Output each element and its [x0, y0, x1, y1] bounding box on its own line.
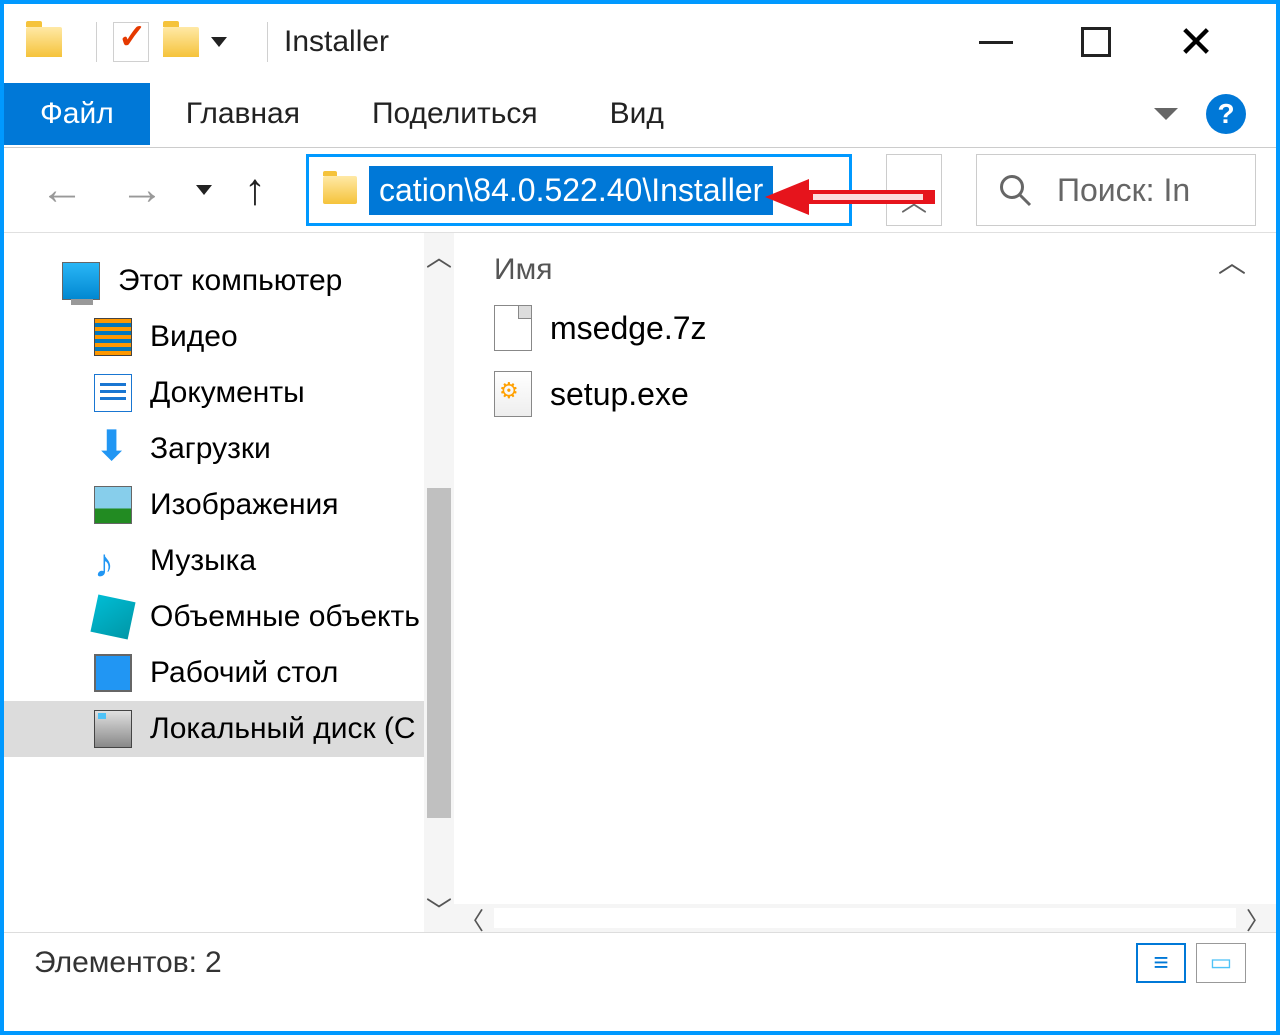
- status-count: 2: [205, 946, 222, 980]
- sidebar-item-label: Изображения: [150, 488, 339, 522]
- scrollbar-thumb[interactable]: [494, 908, 1236, 928]
- video-icon: [94, 318, 132, 356]
- folder-icon[interactable]: [26, 27, 62, 57]
- sidebar-item-label: Музыка: [150, 544, 256, 578]
- chevron-down-icon[interactable]: [1154, 108, 1178, 120]
- chevron-right-icon[interactable]: 〉: [1240, 901, 1276, 936]
- separator: [267, 22, 268, 62]
- chevron-down-icon[interactable]: [211, 37, 227, 47]
- minimize-button[interactable]: [976, 22, 1016, 62]
- chevron-up-icon[interactable]: ︿: [426, 233, 452, 278]
- history-dropdown-icon[interactable]: [196, 185, 212, 195]
- up-button[interactable]: ↑: [228, 165, 282, 215]
- view-details-button[interactable]: [1136, 943, 1186, 983]
- pictures-icon: [94, 486, 132, 524]
- sidebar-this-pc[interactable]: Этот компьютер: [4, 253, 454, 309]
- file-item[interactable]: msedge.7z: [494, 295, 1276, 361]
- folder-icon[interactable]: [163, 27, 199, 57]
- horizontal-scrollbar[interactable]: 〈 〉: [454, 904, 1276, 932]
- address-bar[interactable]: cation\84.0.522.40\Installer: [306, 154, 852, 226]
- sidebar-item-label: Объемные объекть: [150, 600, 420, 634]
- status-count-label: Элементов:: [34, 946, 197, 980]
- sidebar-item-label: Загрузки: [150, 432, 271, 466]
- status-bar: Элементов: 2: [4, 932, 1276, 992]
- sidebar-item-label: Видео: [150, 320, 238, 354]
- tab-home[interactable]: Главная: [150, 83, 336, 145]
- sidebar-item-videos[interactable]: Видео: [4, 309, 454, 365]
- search-placeholder: Поиск: In: [1057, 172, 1190, 209]
- forward-button[interactable]: →: [104, 165, 180, 215]
- separator: [96, 22, 97, 62]
- chevron-down-icon[interactable]: ﹀: [426, 887, 452, 932]
- sidebar-scrollbar[interactable]: ︿ ﹀: [424, 233, 454, 932]
- search-input[interactable]: Поиск: In: [976, 154, 1256, 226]
- help-icon[interactable]: ?: [1206, 94, 1246, 134]
- search-icon: [997, 172, 1033, 208]
- sidebar-item-label: Этот компьютер: [118, 264, 342, 298]
- back-button[interactable]: ←: [24, 165, 100, 215]
- computer-icon: [62, 262, 100, 300]
- sidebar-item-local-disk[interactable]: Локальный диск (C: [4, 701, 454, 757]
- close-button[interactable]: ✕: [1176, 22, 1216, 62]
- address-path[interactable]: cation\84.0.522.40\Installer: [369, 166, 773, 215]
- music-icon: ♪: [94, 542, 132, 580]
- sidebar-item-label: Рабочий стол: [150, 656, 338, 690]
- window-title: Installer: [284, 25, 976, 59]
- folder-icon: [323, 176, 357, 204]
- cube-icon: [90, 594, 135, 639]
- sidebar-item-documents[interactable]: Документы: [4, 365, 454, 421]
- column-header-row: Имя ︿: [454, 233, 1276, 295]
- chevron-up-icon: ︿: [901, 182, 927, 219]
- exe-file-icon: [494, 371, 532, 417]
- view-large-icons-button[interactable]: [1196, 943, 1246, 983]
- tab-file[interactable]: Файл: [4, 83, 150, 145]
- file-list: msedge.7z setup.exe: [454, 295, 1276, 427]
- download-icon: ⬇: [94, 430, 132, 468]
- file-name: msedge.7z: [550, 310, 707, 347]
- refresh-button[interactable]: ︿: [886, 154, 942, 226]
- scrollbar-thumb[interactable]: [427, 488, 451, 818]
- chevron-up-icon[interactable]: ︿: [1218, 241, 1246, 281]
- sidebar: Этот компьютер Видео Документы ⬇ Загрузк…: [4, 233, 454, 932]
- sidebar-item-pictures[interactable]: Изображения: [4, 477, 454, 533]
- sidebar-item-desktop[interactable]: Рабочий стол: [4, 645, 454, 701]
- tab-view[interactable]: Вид: [574, 83, 700, 145]
- tab-share[interactable]: Поделиться: [336, 83, 574, 145]
- file-item[interactable]: setup.exe: [494, 361, 1276, 427]
- navigation-bar: ← → ↑ cation\84.0.522.40\Installer ︿ Пои…: [4, 148, 1276, 232]
- sidebar-item-3d-objects[interactable]: Объемные объекть: [4, 589, 454, 645]
- disk-icon: [94, 710, 132, 748]
- ribbon: Файл Главная Поделиться Вид ?: [4, 80, 1276, 148]
- archive-file-icon: [494, 305, 532, 351]
- documents-icon: [94, 374, 132, 412]
- file-name: setup.exe: [550, 376, 689, 413]
- chevron-left-icon[interactable]: 〈: [454, 901, 490, 936]
- maximize-button[interactable]: [1076, 22, 1116, 62]
- properties-icon[interactable]: [113, 22, 149, 62]
- file-panel: Имя ︿ msedge.7z setup.exe 〈 〉: [454, 233, 1276, 932]
- sidebar-item-label: Документы: [150, 376, 305, 410]
- sidebar-item-music[interactable]: ♪ Музыка: [4, 533, 454, 589]
- column-name[interactable]: Имя: [494, 253, 552, 287]
- desktop-icon: [94, 654, 132, 692]
- titlebar: Installer ✕: [4, 4, 1276, 80]
- sidebar-item-label: Локальный диск (C: [150, 712, 416, 746]
- sidebar-item-downloads[interactable]: ⬇ Загрузки: [4, 421, 454, 477]
